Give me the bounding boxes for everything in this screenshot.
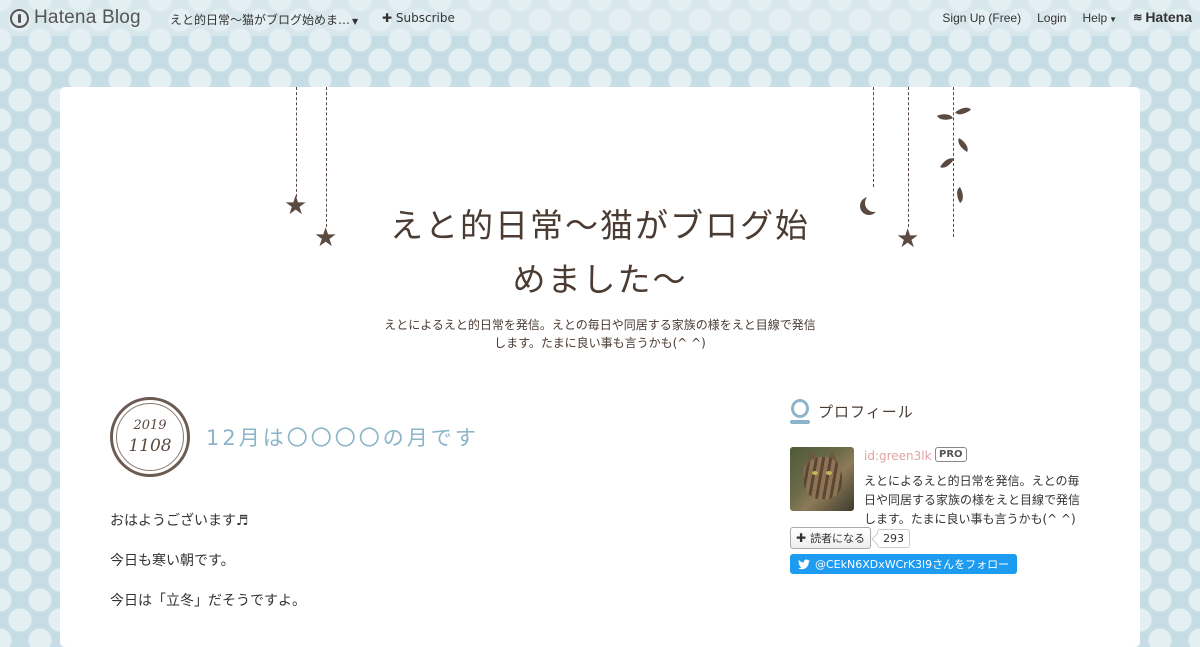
reader-count[interactable]: 293 — [877, 528, 911, 548]
sidebar-profile-module: プロフィール id:green3lk PRO えとによるえと的日常を発信。えとの… — [790, 399, 1090, 574]
subscribe-label: Subscribe — [395, 11, 455, 25]
leaf-icon — [940, 154, 954, 172]
reader-follow-row: ✚ 読者になる 293 — [790, 527, 911, 549]
leaf-icon — [953, 186, 967, 204]
blog-description-line1: えとによるえと的日常を発信。えとの毎日や同居する家族の様をえと目線で発信 — [384, 318, 816, 332]
hanging-string — [908, 87, 909, 227]
hatena-brand-link[interactable]: ≋ Hatena — [1133, 9, 1192, 25]
leaf-icon — [955, 103, 971, 119]
star-icon: ★ — [314, 223, 338, 253]
leaf-icon — [954, 138, 972, 152]
profile-icon — [790, 399, 810, 424]
blog-description: えとによるえと的日常を発信。えとの毎日や同居する家族の様をえと目線で発信 します… — [350, 316, 850, 352]
help-menu[interactable]: Help ▼ — [1082, 11, 1117, 25]
twitter-follow-button[interactable]: @CEkN6XDxWCrK3l9さんをフォロー — [790, 554, 1018, 574]
moon-icon — [865, 194, 883, 212]
pro-badge[interactable]: PRO — [935, 447, 967, 462]
hatena-brand-icon: ≋ — [1133, 11, 1143, 24]
global-header: Hatena Blog えと的日常〜猫がブログ始めま… ▼ ✚ Subscribe… — [0, 0, 1200, 36]
profile-heading-label: プロフィール — [818, 403, 914, 421]
signup-link[interactable]: Sign Up (Free) — [942, 11, 1021, 25]
caret-down-icon: ▼ — [1109, 15, 1118, 24]
entry-paragraph: おはようございます♬ — [110, 513, 249, 529]
hanging-string — [296, 87, 297, 197]
entry-date-monthday: 1108 — [128, 436, 172, 456]
caret-down-icon: ▼ — [352, 17, 359, 26]
entry-paragraph: 今日は「立冬」だそうですよ。 — [110, 593, 306, 609]
hatena-blog-logo-icon — [10, 8, 29, 28]
blog-name-label: えと的日常〜猫がブログ始めま… — [170, 13, 351, 27]
subscribe-button[interactable]: ✚ Subscribe — [382, 11, 455, 25]
entry-paragraph: 今日も寒い朝です。 — [110, 553, 235, 569]
avatar[interactable] — [790, 447, 854, 511]
leaf-icon — [937, 110, 953, 124]
header-right-nav: Sign Up (Free) Login Help ▼ ≋ Hatena — [942, 9, 1192, 25]
blog-title-line1: えと的日常〜猫がブログ始 — [390, 206, 810, 245]
entry-date-year: 2019 — [133, 418, 167, 433]
blog-name-menu[interactable]: えと的日常〜猫がブログ始めま… ▼ — [170, 11, 358, 28]
profile-user-id[interactable]: id:green3lk — [864, 449, 932, 463]
blog-main-card: ★ ★ ★ えと的日常〜猫がブログ始 めました〜 えとによるえと的日常を発信。え… — [60, 87, 1140, 647]
entry-title[interactable]: 12月は〇〇〇〇の月です — [206, 422, 479, 452]
hatena-blog-logo[interactable]: Hatena Blog — [10, 7, 141, 29]
plus-icon: ✚ — [382, 11, 393, 25]
profile-heading: プロフィール — [790, 399, 1090, 424]
become-reader-button[interactable]: ✚ 読者になる — [790, 527, 872, 549]
hatena-brand-label: Hatena — [1145, 9, 1192, 25]
logo-text: Hatena Blog — [34, 7, 141, 28]
star-icon: ★ — [284, 191, 308, 221]
hanging-string — [953, 87, 954, 237]
help-label: Help — [1082, 11, 1108, 25]
entry-date-badge[interactable]: 2019 1108 — [110, 397, 190, 477]
star-icon: ★ — [896, 224, 920, 254]
blog-description-line2: します。たまに良い事も言うかも(^ ^) — [494, 336, 706, 350]
twitter-bird-icon — [798, 559, 810, 569]
twitter-follow-label: @CEkN6XDxWCrK3l9さんをフォロー — [815, 558, 1010, 571]
hanging-string — [873, 87, 874, 187]
become-reader-label: 読者になる — [810, 532, 866, 545]
login-link[interactable]: Login — [1037, 11, 1066, 25]
plus-icon: ✚ — [796, 531, 807, 545]
blog-title-line2: めました〜 — [512, 260, 688, 299]
hanging-string — [326, 87, 327, 227]
blog-title[interactable]: えと的日常〜猫がブログ始 めました〜 — [350, 199, 850, 307]
profile-description: えとによるえと的日常を発信。えとの毎日や同居する家族の様をえと目線で発信します。… — [864, 474, 1081, 526]
entry-body: おはようございます♬ 今日も寒い朝です。 今日は「立冬」だそうですよ。 — [110, 512, 306, 632]
